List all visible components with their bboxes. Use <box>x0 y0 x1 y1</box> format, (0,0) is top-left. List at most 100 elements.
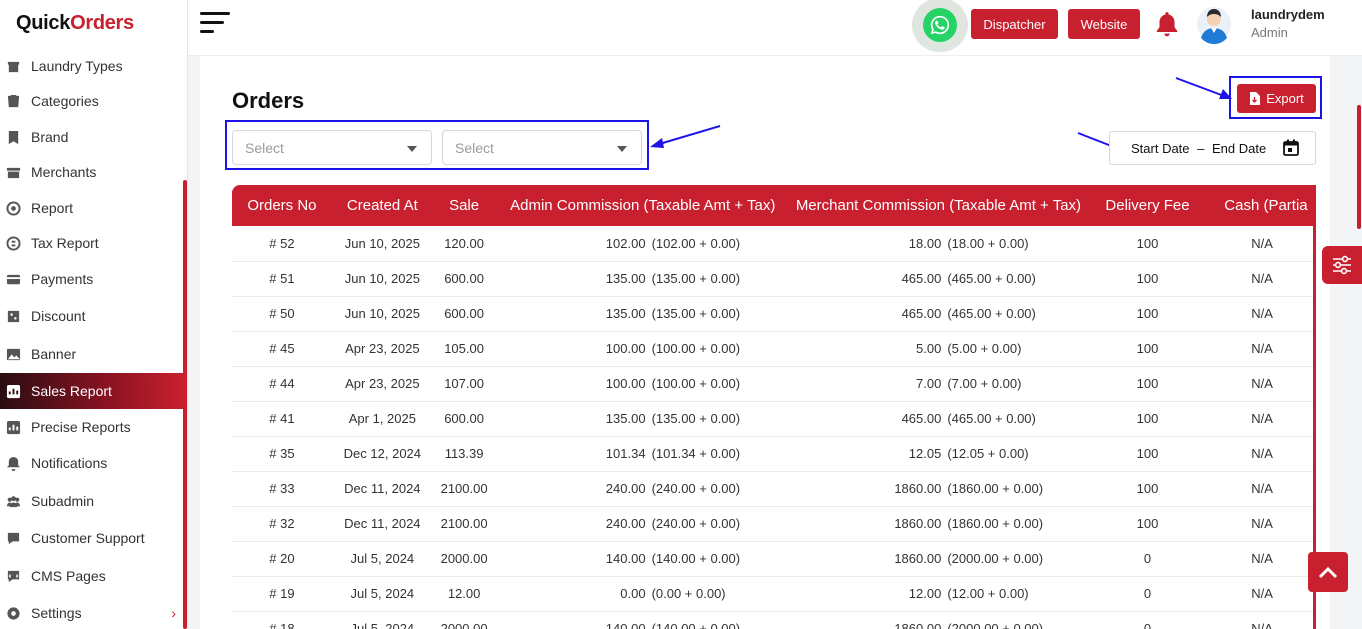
column-header[interactable]: Cash (Partia <box>1208 185 1316 226</box>
whatsapp-icon <box>923 8 957 42</box>
dispatcher-button[interactable]: Dispatcher <box>971 9 1058 39</box>
export-label: Export <box>1266 91 1304 106</box>
table-row[interactable]: # 18 Jul 5, 2024 2000.00 140.00 (140.00 + 0.… <box>232 611 1316 629</box>
app-logo[interactable]: QuickOrders <box>16 12 134 35</box>
merchant-commission-cell-total: 465.00 <box>901 411 942 426</box>
sidebar-item-label: Subadmin <box>31 493 95 509</box>
sale-cell: 600.00 <box>432 261 496 297</box>
cash-cell: N/A <box>1208 611 1316 629</box>
date-range-text[interactable]: Start Date – End Date <box>1131 141 1266 156</box>
sidebar-item-notifications[interactable]: Notifications <box>0 445 184 481</box>
sidebar-item-cms-pages[interactable]: CMS Pages <box>0 558 184 594</box>
website-button[interactable]: Website <box>1068 9 1140 39</box>
admin-commission-cell-total: 101.34 <box>605 446 646 461</box>
end-date: End Date <box>1212 141 1267 156</box>
filters-highlight-box <box>225 120 649 170</box>
sale-cell: 2000.00 <box>432 541 496 577</box>
sidebar-item-label: Sales Report <box>31 383 112 399</box>
sidebar-item-payments[interactable]: Payments <box>0 261 184 297</box>
page-scrollbar[interactable] <box>1357 105 1361 229</box>
discount-icon <box>5 308 21 324</box>
sidebar-scrollbar[interactable] <box>183 180 187 629</box>
column-header[interactable]: Admin Commission (Taxable Amt + Tax) <box>495 185 790 226</box>
table-row[interactable]: # 44 Apr 23, 2025 107.00 100.00 (100.00 + 0.… <box>232 366 1316 402</box>
column-header[interactable]: Delivery Fee <box>1087 185 1209 226</box>
sidebar-item-discount[interactable]: Discount <box>0 298 184 334</box>
cash-cell: N/A <box>1208 576 1316 612</box>
sidebar-item-brand[interactable]: Brand <box>0 119 184 155</box>
created-at-cell: Jul 5, 2024 <box>331 541 433 577</box>
merchant-commission-cell: 465.00 (465.00 + 0.00) <box>790 261 1087 297</box>
sidebar-item-settings[interactable]: Settings › <box>0 595 184 629</box>
sale-cell: 120.00 <box>432 226 496 262</box>
notification-bell-icon[interactable] <box>1154 10 1180 40</box>
merchant-commission-cell: 1860.00 (1860.00 + 0.00) <box>790 471 1087 507</box>
created-at-cell: Apr 23, 2025 <box>331 366 433 402</box>
sidebar-item-precise-reports[interactable]: Precise Reports <box>0 409 184 445</box>
user-role: Admin <box>1251 25 1288 40</box>
sale-cell: 12.00 <box>432 576 496 612</box>
sidebar-item-subadmin[interactable]: Subadmin <box>0 483 184 519</box>
support-icon <box>5 530 21 546</box>
sidebar: QuickOrders Laundry Types Categories Brand… <box>0 0 188 629</box>
bell-icon <box>5 455 21 471</box>
cms-icon <box>5 568 21 584</box>
table-row[interactable]: # 52 Jun 10, 2025 120.00 102.00 (102.00 + 0.… <box>232 226 1316 262</box>
table-row[interactable]: # 33 Dec 11, 2024 2100.00 240.00 (240.00 + 0… <box>232 471 1316 507</box>
admin-commission-cell-detail: (240.00 + 0.00) <box>651 481 741 496</box>
order-number-cell: # 35 <box>232 436 332 472</box>
column-header[interactable]: Created At <box>332 185 433 226</box>
column-header[interactable]: Merchant Commission (Taxable Amt + Tax) <box>790 185 1087 226</box>
created-at-cell: Dec 12, 2024 <box>331 436 433 472</box>
date-separator: – <box>1197 141 1205 156</box>
table-body: # 52 Jun 10, 2025 120.00 102.00 (102.00 + 0.… <box>232 226 1316 629</box>
user-name[interactable]: laundrydem <box>1251 7 1325 22</box>
sidebar-item-banner[interactable]: Banner <box>0 336 184 372</box>
menu-toggle-icon[interactable] <box>200 12 232 36</box>
admin-commission-cell-detail: (102.00 + 0.00) <box>651 235 741 251</box>
table-row[interactable]: # 41 Apr 1, 2025 600.00 135.00 (135.00 + 0.0… <box>232 401 1316 437</box>
admin-commission-cell: 140.00 (140.00 + 0.00) <box>495 611 791 629</box>
export-button[interactable]: Export <box>1237 84 1316 113</box>
table-row[interactable]: # 45 Apr 23, 2025 105.00 100.00 (100.00 + 0.… <box>232 331 1316 367</box>
settings-sliders-button[interactable] <box>1322 246 1362 284</box>
admin-commission-cell-total: 240.00 <box>605 481 646 496</box>
sidebar-item-laundry-types[interactable]: Laundry Types <box>0 48 184 84</box>
cash-cell: N/A <box>1208 401 1316 437</box>
delivery-fee-cell: 0 <box>1086 611 1209 629</box>
created-at-cell: Dec 11, 2024 <box>331 506 433 542</box>
table-row[interactable]: # 32 Dec 11, 2024 2100.00 240.00 (240.00 + 0… <box>232 506 1316 542</box>
admin-commission-cell-total: 100.00 <box>605 341 646 356</box>
table-row[interactable]: # 50 Jun 10, 2025 600.00 135.00 (135.00 + 0.… <box>232 296 1316 332</box>
whatsapp-button[interactable] <box>912 0 968 52</box>
sidebar-item-customer-support[interactable]: Customer Support <box>0 520 184 556</box>
table-row[interactable]: # 35 Dec 12, 2024 113.39 101.34 (101.34 + 0.… <box>232 436 1316 472</box>
sidebar-item-merchants[interactable]: Merchants <box>0 154 184 190</box>
delivery-fee-cell: 0 <box>1086 576 1209 612</box>
sidebar-item-report[interactable]: Report <box>0 190 184 226</box>
sale-cell: 107.00 <box>432 366 496 402</box>
calendar-icon[interactable] <box>1283 139 1299 156</box>
merchant-commission-cell-detail: (18.00 + 0.00) <box>947 235 1029 251</box>
admin-commission-cell-total: 135.00 <box>605 271 646 286</box>
scroll-to-top-button[interactable] <box>1308 552 1348 592</box>
sidebar-item-categories[interactable]: Categories <box>0 83 184 119</box>
table-row[interactable]: # 19 Jul 5, 2024 12.00 0.00 (0.00 + 0.00) 12.… <box>232 576 1316 612</box>
admin-commission-cell-total: 135.00 <box>605 411 646 426</box>
sidebar-item-tax-report[interactable]: Tax Report <box>0 225 184 261</box>
table-row[interactable]: # 51 Jun 10, 2025 600.00 135.00 (135.00 + 0.… <box>232 261 1316 297</box>
delivery-fee-cell: 100 <box>1086 471 1209 507</box>
banner-icon <box>5 346 21 362</box>
column-header[interactable]: Sale <box>433 185 495 226</box>
sidebar-item-sales-report[interactable]: Sales Report <box>0 373 184 409</box>
column-header[interactable]: Orders No <box>232 185 332 226</box>
admin-commission-cell: 100.00 (100.00 + 0.00) <box>495 331 791 367</box>
admin-commission-cell-detail: (100.00 + 0.00) <box>651 341 741 356</box>
chevron-right-icon: › <box>171 605 176 621</box>
sales-report-icon <box>5 383 21 399</box>
file-export-icon <box>1250 92 1261 105</box>
user-avatar[interactable] <box>1196 4 1232 45</box>
logo-text-quick: Quick <box>16 12 71 34</box>
sidebar-item-label: Merchants <box>31 164 97 180</box>
table-row[interactable]: # 20 Jul 5, 2024 2000.00 140.00 (140.00 + 0.… <box>232 541 1316 577</box>
